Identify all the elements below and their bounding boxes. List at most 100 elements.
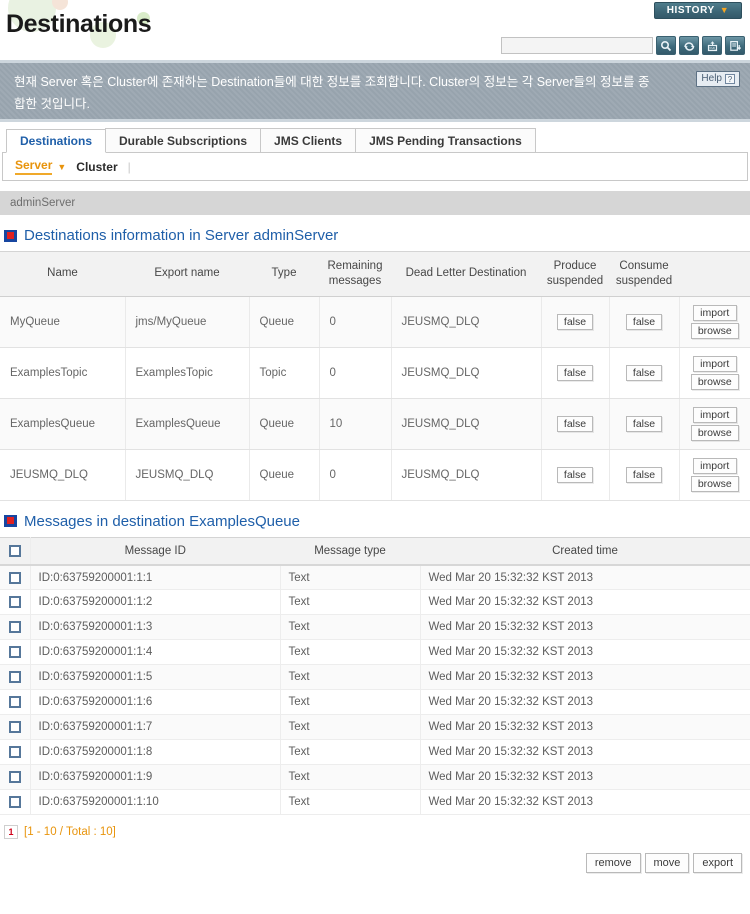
tab-jms-clients[interactable]: JMS Clients [260, 128, 357, 152]
cell-message-id[interactable]: ID:0:63759200001:1:1 [30, 564, 281, 591]
cell-produce-suspended: false [541, 296, 610, 348]
description-banner: 현재 Server 혹은 Cluster에 존재하는 Destination들에… [0, 60, 750, 122]
tab-destinations[interactable]: Destinations [6, 129, 107, 153]
cell-name[interactable]: MyQueue [0, 296, 126, 348]
row-checkbox[interactable] [8, 671, 21, 684]
column-header-message-type[interactable]: Message type [280, 537, 420, 566]
cell-message-id[interactable]: ID:0:63759200001:1:7 [30, 714, 281, 741]
table-row[interactable]: MyQueue jms/MyQueue Queue 0 JEUSMQ_DLQ f… [0, 296, 750, 348]
cell-message-id[interactable]: ID:0:63759200001:1:9 [30, 764, 281, 791]
cell-select [0, 689, 31, 716]
import-button[interactable]: import [692, 406, 737, 423]
cell-name[interactable]: ExamplesQueue [0, 398, 126, 450]
row-checkbox[interactable] [8, 596, 21, 609]
column-header-name[interactable]: Name [0, 251, 125, 297]
search-icon[interactable] [656, 36, 676, 55]
cell-type: Queue [249, 449, 320, 501]
consume-suspended-toggle[interactable]: false [625, 415, 663, 432]
table-header-row: Message ID Message type Created time [0, 537, 750, 566]
column-header-export-name[interactable]: Export name [125, 251, 249, 297]
history-button[interactable]: HISTORY ▼ [654, 2, 742, 19]
table-row[interactable]: JEUSMQ_DLQ JEUSMQ_DLQ Queue 0 JEUSMQ_DLQ… [0, 449, 750, 501]
import-button[interactable]: import [692, 457, 737, 474]
column-header-remaining-messages[interactable]: Remaining messages [319, 251, 391, 297]
import-button[interactable]: import [692, 355, 737, 372]
table-row[interactable]: ExamplesQueue ExamplesQueue Queue 10 JEU… [0, 398, 750, 450]
report-download-icon[interactable] [725, 36, 745, 55]
xml-export-icon[interactable]: XML [702, 36, 722, 55]
browse-button[interactable]: browse [690, 424, 739, 441]
produce-suspended-toggle[interactable]: false [556, 466, 594, 483]
browse-button[interactable]: browse [690, 322, 739, 339]
refresh-icon[interactable] [679, 36, 699, 55]
table-row[interactable]: ID:0:63759200001:1:6 Text Wed Mar 20 15:32… [0, 689, 750, 716]
move-button[interactable]: move [644, 853, 690, 874]
produce-suspended-toggle[interactable]: false [556, 415, 594, 432]
cell-select [0, 764, 31, 791]
column-header-dead-letter-destination[interactable]: Dead Letter Destination [391, 251, 541, 297]
export-button[interactable]: export [693, 853, 742, 874]
table-row[interactable]: ID:0:63759200001:1:8 Text Wed Mar 20 15:32… [0, 739, 750, 766]
table-row[interactable]: ID:0:63759200001:1:3 Text Wed Mar 20 15:32… [0, 614, 750, 641]
chevron-down-icon: ▼ [719, 5, 730, 15]
table-row[interactable]: ID:0:63759200001:1:4 Text Wed Mar 20 15:32… [0, 639, 750, 666]
search-input[interactable] [501, 37, 653, 54]
cell-export-name: ExamplesTopic [125, 347, 250, 399]
consume-suspended-toggle[interactable]: false [625, 466, 663, 483]
table-row[interactable]: ID:0:63759200001:1:7 Text Wed Mar 20 15:32… [0, 714, 750, 741]
cell-message-type: Text [280, 764, 421, 791]
cell-name[interactable]: JEUSMQ_DLQ [0, 449, 126, 501]
cell-message-type: Text [280, 739, 421, 766]
row-checkbox[interactable] [8, 696, 21, 709]
cell-message-id[interactable]: ID:0:63759200001:1:4 [30, 639, 281, 666]
table-row[interactable]: ID:0:63759200001:1:1 Text Wed Mar 20 15:32… [0, 564, 750, 591]
cell-name[interactable]: ExamplesTopic [0, 347, 126, 399]
consume-suspended-toggle[interactable]: false [625, 313, 663, 330]
row-checkbox[interactable] [8, 721, 21, 734]
tab-jms-pending-transactions[interactable]: JMS Pending Transactions [355, 128, 536, 152]
cell-message-id[interactable]: ID:0:63759200001:1:10 [30, 789, 281, 816]
produce-suspended-toggle[interactable]: false [556, 313, 594, 330]
table-row[interactable]: ID:0:63759200001:1:5 Text Wed Mar 20 15:32… [0, 664, 750, 691]
column-header-type[interactable]: Type [249, 251, 319, 297]
tab-durable-subscriptions[interactable]: Durable Subscriptions [105, 128, 262, 152]
cell-message-id[interactable]: ID:0:63759200001:1:6 [30, 689, 281, 716]
produce-suspended-toggle[interactable]: false [556, 364, 594, 381]
row-checkbox[interactable] [8, 796, 21, 809]
row-checkbox[interactable] [8, 571, 21, 584]
chevron-down-icon[interactable]: ▼ [57, 162, 66, 172]
browse-button[interactable]: browse [690, 475, 739, 492]
subnav-item-server[interactable]: Server [15, 158, 53, 175]
column-header-message-id[interactable]: Message ID [30, 537, 280, 566]
column-header-consume-suspended[interactable]: Consume suspended [609, 251, 679, 297]
cell-select [0, 789, 31, 816]
browse-button[interactable]: browse [690, 373, 739, 390]
cell-actions: import browse [679, 449, 750, 501]
cell-message-id[interactable]: ID:0:63759200001:1:8 [30, 739, 281, 766]
cell-consume-suspended: false [609, 449, 680, 501]
import-button[interactable]: import [692, 304, 737, 321]
tab-label: JMS Clients [274, 133, 343, 148]
cell-message-id[interactable]: ID:0:63759200001:1:3 [30, 614, 281, 641]
help-button[interactable]: Help ? [696, 71, 740, 87]
row-checkbox[interactable] [8, 771, 21, 784]
column-header-produce-suspended[interactable]: Produce suspended [541, 251, 609, 297]
cell-message-id[interactable]: ID:0:63759200001:1:2 [30, 589, 281, 616]
messages-table: Message ID Message type Created time ID:… [0, 536, 750, 816]
table-row[interactable]: ID:0:63759200001:1:2 Text Wed Mar 20 15:32… [0, 589, 750, 616]
table-row[interactable]: ID:0:63759200001:1:9 Text Wed Mar 20 15:32… [0, 764, 750, 791]
consume-suspended-toggle[interactable]: false [625, 364, 663, 381]
cell-export-name: ExamplesQueue [125, 398, 250, 450]
row-checkbox[interactable] [8, 621, 21, 634]
subnav-item-cluster[interactable]: Cluster [76, 160, 117, 174]
select-all-checkbox[interactable] [8, 544, 21, 557]
column-header-created-time[interactable]: Created time [420, 537, 750, 566]
tab-label: JMS Pending Transactions [369, 133, 522, 148]
table-row[interactable]: ID:0:63759200001:1:10 Text Wed Mar 20 15:3… [0, 789, 750, 816]
cell-message-id[interactable]: ID:0:63759200001:1:5 [30, 664, 281, 691]
row-checkbox[interactable] [8, 646, 21, 659]
remove-button[interactable]: remove [585, 853, 641, 874]
table-row[interactable]: ExamplesTopic ExamplesTopic Topic 0 JEUS… [0, 347, 750, 399]
page-number-1[interactable]: 1 [4, 825, 18, 840]
row-checkbox[interactable] [8, 746, 21, 759]
